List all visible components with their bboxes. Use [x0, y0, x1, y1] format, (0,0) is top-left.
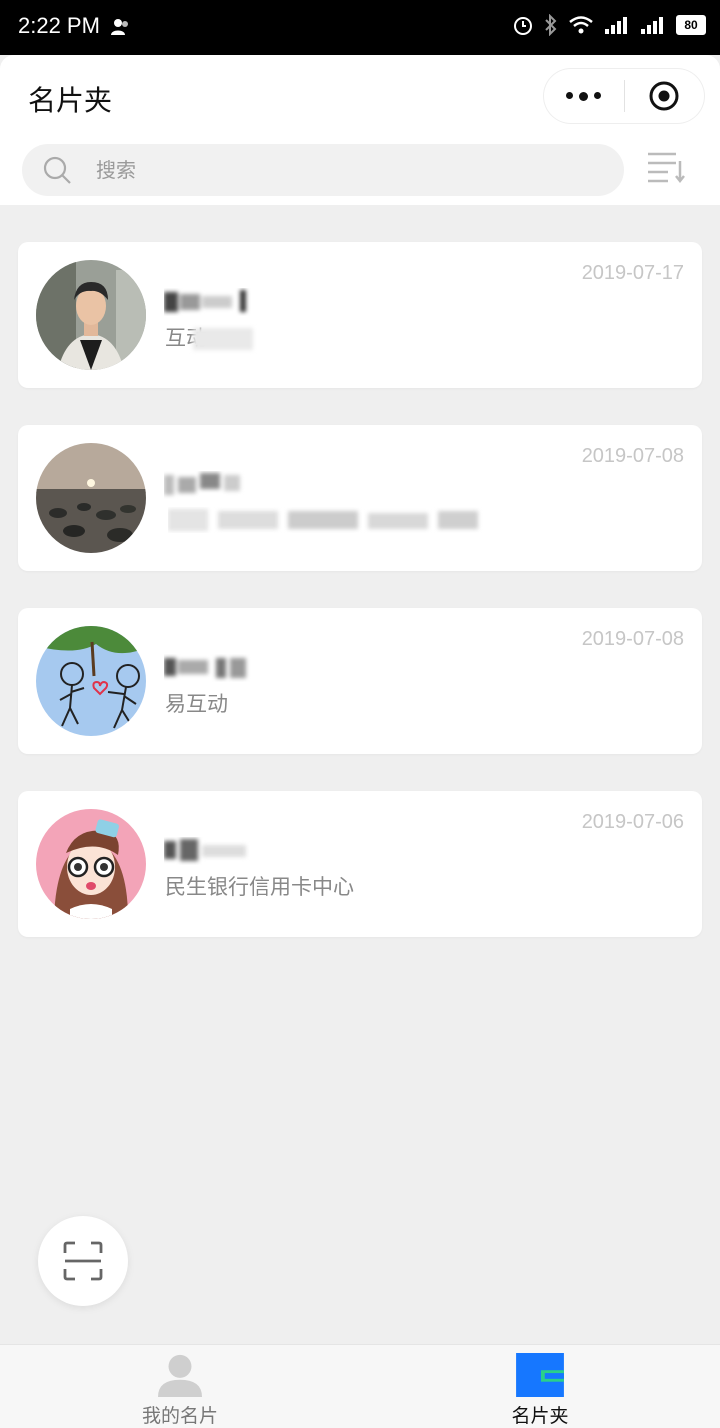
more-dot-icon — [594, 91, 602, 99]
tab-my-card[interactable]: 我的名片 — [0, 1345, 360, 1428]
more-button[interactable] — [544, 91, 624, 101]
avatar — [36, 809, 146, 919]
search-bar[interactable] — [22, 144, 624, 196]
target-icon — [649, 81, 679, 111]
search-icon — [43, 156, 71, 184]
sort-icon[interactable] — [646, 151, 686, 183]
company-name: 易互动 — [165, 692, 228, 716]
tab-label: 我的名片 — [141, 1405, 218, 1427]
card-date: 2019-07-08 — [581, 628, 684, 650]
company-name: 民生银行信用卡中心 — [165, 875, 354, 899]
signal-icon — [605, 17, 627, 34]
name-redacted — [164, 290, 246, 312]
more-dot-icon — [579, 91, 589, 101]
list-item[interactable]: 2019-07-08 — [18, 425, 702, 571]
scan-button[interactable] — [38, 1216, 128, 1306]
mini-program-capsule — [544, 69, 704, 123]
avatar — [36, 260, 146, 370]
list-item[interactable]: 2019-07-06 民生银行信用卡中心 — [18, 791, 702, 937]
header: 名片夹 — [0, 55, 720, 205]
card-date: 2019-07-08 — [581, 445, 684, 467]
person-icon — [158, 1354, 202, 1397]
alarm-icon — [514, 17, 532, 35]
more-dot-icon — [566, 91, 574, 99]
status-bar: 2:22 PM 80 — [0, 0, 720, 55]
signal-icon-2 — [641, 17, 663, 34]
name-redacted — [164, 839, 246, 861]
tab-bar: 我的名片 名片夹 — [0, 1344, 720, 1428]
card-date: 2019-07-17 — [581, 262, 684, 284]
company-redacted — [168, 509, 478, 531]
list-item[interactable]: 2019-07-08 易互动 — [18, 608, 702, 754]
status-time: 2:22 PM — [18, 13, 100, 38]
user-icon — [111, 19, 128, 35]
card-date: 2019-07-06 — [581, 811, 684, 833]
avatar — [36, 626, 146, 736]
avatar — [36, 443, 146, 553]
battery-icon: 80 — [676, 15, 706, 35]
company-name: 互动 — [165, 322, 253, 352]
name-redacted — [164, 473, 240, 495]
page-title: 名片夹 — [28, 84, 113, 117]
list-item[interactable]: 2019-07-17 互动 — [18, 242, 702, 388]
wifi-icon — [569, 16, 593, 34]
name-redacted — [164, 658, 246, 678]
search-input[interactable] — [96, 158, 496, 182]
tab-card-holder[interactable]: 名片夹 — [360, 1345, 720, 1428]
bluetooth-icon — [545, 14, 557, 36]
card-list: 2019-07-17 互动 2019-07-08 2019-07-08 易互动 … — [18, 242, 702, 974]
card-holder-icon — [516, 1353, 564, 1397]
tab-label: 名片夹 — [511, 1405, 569, 1427]
scan-icon — [63, 1241, 103, 1281]
close-button[interactable] — [625, 80, 705, 112]
